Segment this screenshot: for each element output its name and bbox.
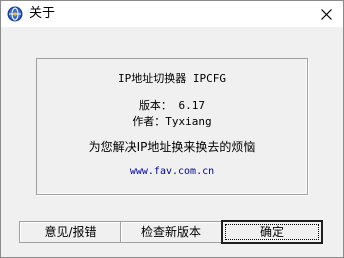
check-update-button-label: 检查新版本: [140, 225, 201, 239]
ok-button-label: 确定: [259, 225, 284, 239]
dialog-title: 关于: [29, 6, 56, 21]
about-dialog: 关于 IP地址切换器 IPCFG 版本： 6.17 作者：Tyxiang 为您解…: [0, 0, 344, 258]
feedback-button[interactable]: 意见/报错: [19, 221, 122, 243]
author-label: 作者：Tyxiang: [132, 115, 212, 128]
website-link[interactable]: www.fav.com.cn: [37, 165, 307, 179]
description-text: 为您解决IP地址换来换去的烦恼: [88, 140, 256, 154]
app-globe-icon: [7, 6, 23, 22]
version-label: 版本： 6.17: [138, 99, 206, 112]
ok-button[interactable]: 确定: [221, 220, 323, 244]
close-button[interactable]: [309, 1, 343, 27]
title-bar[interactable]: 关于: [1, 1, 343, 27]
info-panel: IP地址切换器 IPCFG 版本： 6.17 作者：Tyxiang 为您解决IP…: [36, 58, 308, 195]
feedback-button-label: 意见/报错: [44, 225, 97, 239]
app-name: IP地址切换器 IPCFG: [118, 72, 226, 85]
check-update-button[interactable]: 检查新版本: [120, 221, 222, 243]
close-icon: [321, 9, 332, 20]
